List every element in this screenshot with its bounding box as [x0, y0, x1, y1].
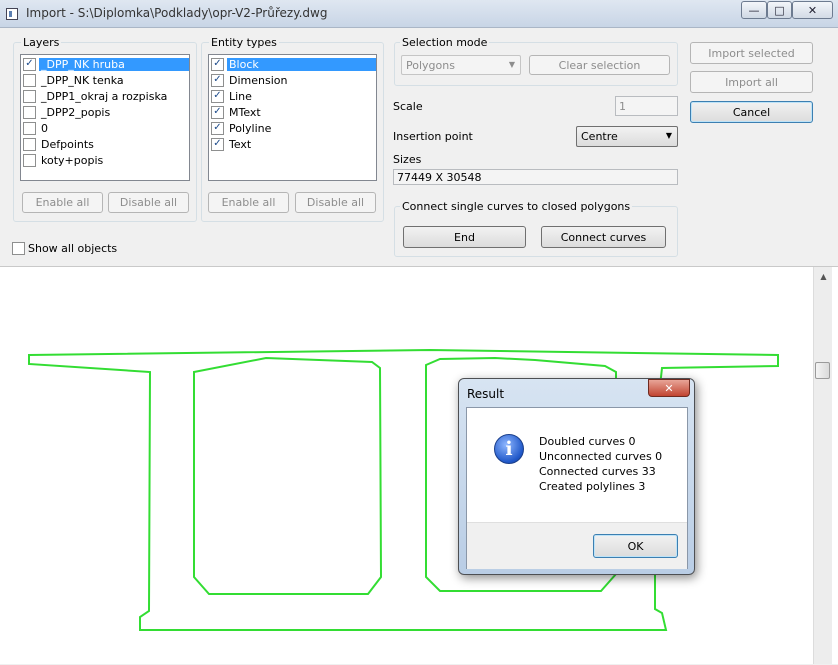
entity-list-item[interactable]: ✓ Block: [209, 56, 376, 72]
dialog-close-button[interactable]: ✕: [648, 379, 690, 397]
layers-enable-all-button[interactable]: Enable all: [22, 192, 103, 213]
layer-item-label: 0: [41, 121, 48, 135]
entity-enable-all-button[interactable]: Enable all: [208, 192, 289, 213]
entity-types-label: Entity types: [209, 36, 279, 49]
window-icon: [6, 8, 18, 20]
entity-list-item[interactable]: ✓ Text: [209, 136, 376, 152]
layer-item-label: _DPP_NK hruba: [39, 57, 189, 71]
checkbox[interactable]: ✓: [211, 105, 224, 119]
layer-item-label: _DPP2_popis: [41, 105, 111, 119]
checkbox[interactable]: ✓: [211, 57, 224, 71]
checkbox[interactable]: [23, 153, 36, 167]
sizes-label: Sizes: [393, 153, 422, 166]
insertion-point-select[interactable]: Centre ▼: [576, 126, 678, 147]
dialog-body: i Doubled curves 0 Unconnected curves 0 …: [466, 407, 688, 569]
chevron-down-icon: ▼: [508, 60, 515, 69]
insertion-point-label: Insertion point: [393, 130, 473, 143]
entity-item-label: Block: [227, 57, 376, 71]
title-bar: Import - S:\Diplomka\Podklady\opr-V2-Prů…: [0, 0, 838, 28]
layer-item-label: _DPP1_okraj a rozpiska: [41, 89, 168, 103]
dialog-footer: OK: [467, 522, 687, 569]
result-line-connected: Connected curves 33: [539, 465, 656, 478]
entity-item-label: Dimension: [229, 73, 288, 87]
cancel-button[interactable]: Cancel: [690, 101, 813, 123]
result-line-polylines: Created polylines 3: [539, 480, 646, 493]
entity-item-label: MText: [229, 105, 261, 119]
checkbox[interactable]: [12, 242, 25, 255]
cross-section-drawing: [28, 348, 779, 631]
layer-item-label: koty+popis: [41, 153, 104, 167]
entity-list-item[interactable]: ✓ Line: [209, 88, 376, 104]
layer-item-label: Defpoints: [41, 137, 94, 151]
info-icon: i: [494, 434, 524, 464]
selection-mode-select[interactable]: Polygons ▼: [401, 55, 521, 75]
entity-list-item[interactable]: ✓ MText: [209, 104, 376, 120]
layer-list-item[interactable]: ✓ _DPP_NK hruba: [21, 56, 189, 72]
scroll-up-icon[interactable]: ▲: [815, 269, 832, 284]
sizes-field: 77449 X 30548: [393, 169, 678, 185]
result-dialog: Result ✕ i Doubled curves 0 Unconnected …: [458, 378, 695, 575]
checkbox[interactable]: ✓: [211, 89, 224, 103]
checkbox[interactable]: [23, 137, 36, 151]
checkbox[interactable]: ✓: [211, 73, 224, 87]
layer-list-item[interactable]: Defpoints: [21, 136, 189, 152]
end-button[interactable]: End: [403, 226, 526, 248]
checkbox[interactable]: [23, 105, 36, 119]
checkbox[interactable]: [23, 73, 36, 87]
layer-list-item[interactable]: _DPP_NK tenka: [21, 72, 189, 88]
layer-list-item[interactable]: _DPP2_popis: [21, 104, 189, 120]
connect-curves-button[interactable]: Connect curves: [541, 226, 666, 248]
checkbox[interactable]: ✓: [23, 57, 36, 71]
chevron-down-icon: ▼: [665, 131, 672, 140]
layer-list-item[interactable]: 0: [21, 120, 189, 136]
scroll-thumb[interactable]: [815, 362, 830, 379]
layer-list-item[interactable]: _DPP1_okraj a rozpiska: [21, 88, 189, 104]
maximize-button[interactable]: □: [767, 1, 792, 19]
entity-list-item[interactable]: ✓ Polyline: [209, 120, 376, 136]
window-title: Import - S:\Diplomka\Podklady\opr-V2-Prů…: [26, 6, 328, 20]
connect-label: Connect single curves to closed polygons: [400, 200, 633, 213]
drawing-canvas[interactable]: [0, 266, 838, 664]
result-line-unconnected: Unconnected curves 0: [539, 450, 663, 463]
entity-item-label: Text: [229, 137, 252, 151]
checkbox[interactable]: ✓: [211, 121, 224, 135]
ok-button[interactable]: OK: [593, 534, 678, 558]
entity-list-item[interactable]: ✓ Dimension: [209, 72, 376, 88]
scale-label: Scale: [393, 100, 423, 113]
entity-types-list[interactable]: ✓ Block ✓ Dimension ✓ Line ✓ MText ✓ Polyline ✓ Tex…: [208, 54, 377, 181]
entity-disable-all-button[interactable]: Disable all: [295, 192, 376, 213]
vertical-scrollbar[interactable]: ▲: [813, 267, 832, 664]
show-all-objects-checkbox[interactable]: Show all objects: [12, 242, 117, 255]
result-line-doubled: Doubled curves 0: [539, 435, 636, 448]
show-all-objects-label: Show all objects: [28, 242, 118, 255]
checkbox[interactable]: ✓: [211, 137, 224, 151]
layers-disable-all-button[interactable]: Disable all: [108, 192, 189, 213]
minimize-button[interactable]: —: [741, 1, 767, 19]
clear-selection-button[interactable]: Clear selection: [529, 55, 670, 75]
import-selected-button[interactable]: Import selected: [690, 42, 813, 64]
entity-item-label: Polyline: [229, 121, 272, 135]
layer-item-label: _DPP_NK tenka: [41, 73, 124, 87]
scale-input[interactable]: 1: [615, 96, 678, 116]
selection-mode-value: Polygons: [406, 58, 455, 72]
layers-list[interactable]: ✓ _DPP_NK hruba _DPP_NK tenka _DPP1_okraj a…: [20, 54, 190, 181]
entity-item-label: Line: [229, 89, 252, 103]
layer-list-item[interactable]: koty+popis: [21, 152, 189, 168]
insertion-point-value: Centre: [581, 130, 618, 143]
selection-mode-label: Selection mode: [400, 36, 490, 49]
checkbox[interactable]: [23, 89, 36, 103]
import-all-button[interactable]: Import all: [690, 71, 813, 93]
left-cell-outline: [193, 356, 383, 595]
layers-label: Layers: [21, 36, 62, 49]
checkbox[interactable]: [23, 121, 36, 135]
close-button[interactable]: ✕: [792, 1, 833, 19]
dialog-title: Result: [467, 387, 505, 401]
